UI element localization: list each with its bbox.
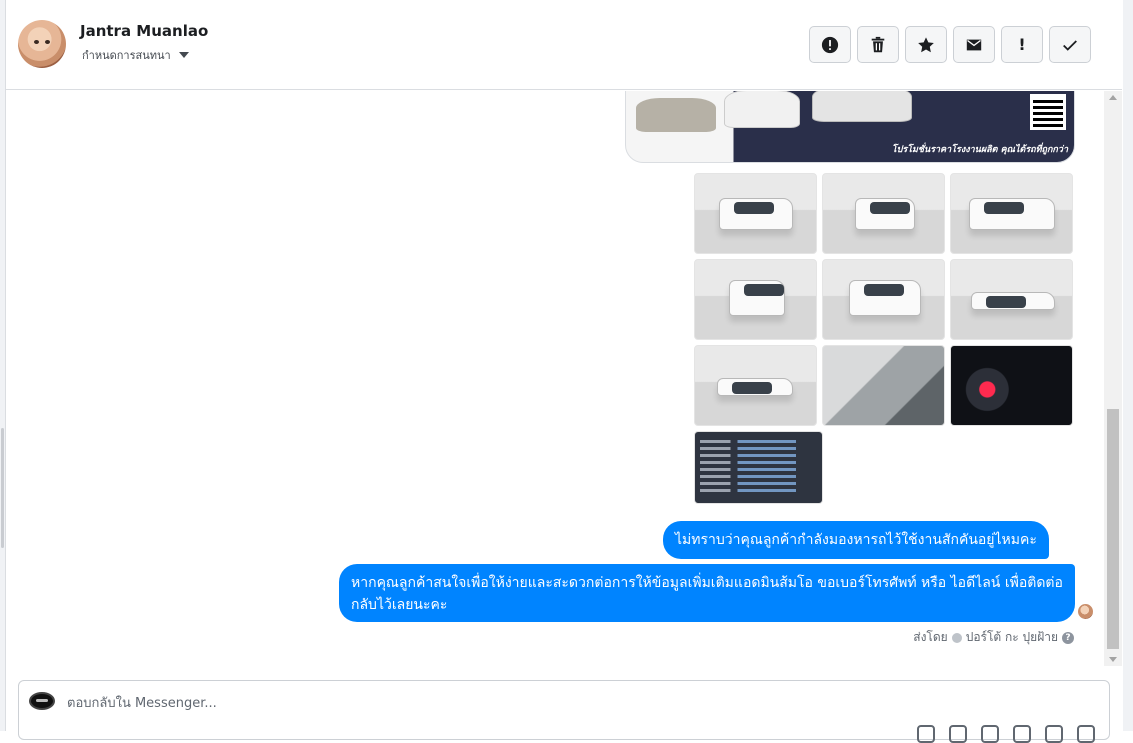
delete-button[interactable]	[857, 26, 899, 63]
conversation-header: Jantra Muanlao กำหนดการสนทนา !	[6, 0, 1122, 90]
star-icon	[918, 36, 934, 52]
help-icon[interactable]: ?	[1062, 631, 1074, 644]
spec-line	[700, 468, 817, 471]
car-white-suv	[812, 91, 912, 122]
alert-circle-icon	[821, 36, 839, 53]
important-button[interactable]: !	[1001, 26, 1043, 63]
photo-icon[interactable]	[949, 725, 967, 743]
outgoing-message[interactable]: หากคุณลูกค้าสนใจเพื่อให้ง่ายและสะดวกต่อก…	[339, 564, 1075, 622]
seen-by-avatar	[1078, 604, 1093, 619]
truck-image	[969, 198, 1055, 230]
emoji-icon[interactable]	[1013, 725, 1031, 743]
spec-line	[700, 440, 817, 443]
attachment-icon[interactable]	[917, 725, 935, 743]
photo-thumbnail[interactable]	[950, 259, 1073, 340]
spec-line	[700, 489, 817, 492]
thread-scrollbar[interactable]	[1104, 91, 1122, 666]
truck-image	[729, 280, 785, 316]
tag-icon[interactable]	[1045, 725, 1063, 743]
truck-image	[719, 198, 793, 230]
photo-thumbnail[interactable]	[694, 173, 817, 254]
assign-label: กำหนดการสนทนา	[82, 49, 171, 62]
contact-name[interactable]: Jantra Muanlao	[80, 22, 208, 40]
right-panel-edge	[1123, 0, 1133, 731]
reply-composer	[18, 680, 1110, 743]
verified-dot-icon	[951, 632, 962, 643]
spec-line	[700, 475, 817, 478]
composer-tools	[917, 725, 1095, 743]
truck-image	[849, 280, 921, 316]
truck-image	[855, 198, 915, 230]
photo-thumbnail[interactable]	[694, 345, 817, 426]
trash-icon	[871, 36, 885, 52]
avatar-eye-right	[45, 40, 50, 44]
scroll-up-arrow-icon[interactable]	[1109, 95, 1117, 100]
checkmark-icon	[1063, 39, 1077, 51]
photo-thumbnail[interactable]	[694, 259, 817, 340]
message-thread[interactable]: โปรโมชั่นราคาโรงงานผลิต คุณได้รถที่ถูกกว…	[6, 91, 1104, 666]
photo-thumbnail[interactable]	[822, 173, 945, 254]
reply-input[interactable]	[67, 693, 967, 713]
panel-resize-handle[interactable]	[1, 428, 4, 548]
vehicle-photo-gallery	[694, 173, 1075, 504]
car-white-pickup	[724, 91, 800, 128]
spec-line	[700, 482, 817, 485]
spec-line	[700, 447, 817, 450]
qr-code-icon	[1030, 94, 1066, 130]
spec-line	[700, 461, 817, 464]
star-button[interactable]	[905, 26, 947, 63]
send-icon[interactable]	[1077, 725, 1095, 743]
gif-icon[interactable]	[981, 725, 999, 743]
avatar-eye-left	[34, 40, 39, 44]
sent-by-author[interactable]: ปอร์โต้ กะ ปุยฝ้าย	[966, 628, 1058, 647]
caret-down-icon	[178, 52, 189, 58]
spec-line	[700, 454, 817, 457]
truck-image	[971, 292, 1055, 310]
promo-banner-image[interactable]: โปรโมชั่นราคาโรงงานผลิต คุณได้รถที่ถูกกว…	[625, 91, 1075, 163]
envelope-icon	[966, 39, 982, 50]
photo-thumbnail-interior[interactable]	[822, 345, 945, 426]
photo-thumbnail[interactable]	[822, 259, 945, 340]
assign-conversation-dropdown[interactable]: กำหนดการสนทนา	[82, 46, 189, 64]
spam-button[interactable]	[809, 26, 851, 63]
done-button[interactable]	[1049, 26, 1091, 63]
outgoing-message[interactable]: ไม่ทราบว่าคุณลูกค้ากำลังมองหารถไว้ใช้งาน…	[663, 521, 1049, 559]
scroll-down-arrow-icon[interactable]	[1109, 657, 1117, 662]
scrollbar-thumb[interactable]	[1107, 409, 1119, 649]
conversation-toolbar: !	[809, 26, 1091, 63]
mark-unread-button[interactable]	[953, 26, 995, 63]
photo-thumbnail-dashboard[interactable]	[950, 345, 1073, 426]
inbox-window: Jantra Muanlao กำหนดการสนทนา ! โปรโมชั่น…	[0, 0, 1133, 743]
photo-thumbnail[interactable]	[950, 173, 1073, 254]
truck-image	[717, 378, 793, 396]
banner-promo-text: โปรโมชั่นราคาโรงงานผลิต คุณได้รถที่ถูกกว…	[891, 145, 1068, 155]
exclamation-icon: !	[1018, 35, 1026, 54]
page-logo-icon	[29, 692, 55, 710]
photo-thumbnail-spec-sheet[interactable]	[694, 431, 823, 504]
car-silver-sedan	[636, 98, 716, 132]
contact-avatar[interactable]	[18, 20, 66, 68]
sent-by-line: ส่งโดย ปอร์โต้ กะ ปุยฝ้าย ?	[913, 628, 1074, 647]
sent-by-prefix: ส่งโดย	[913, 630, 948, 644]
